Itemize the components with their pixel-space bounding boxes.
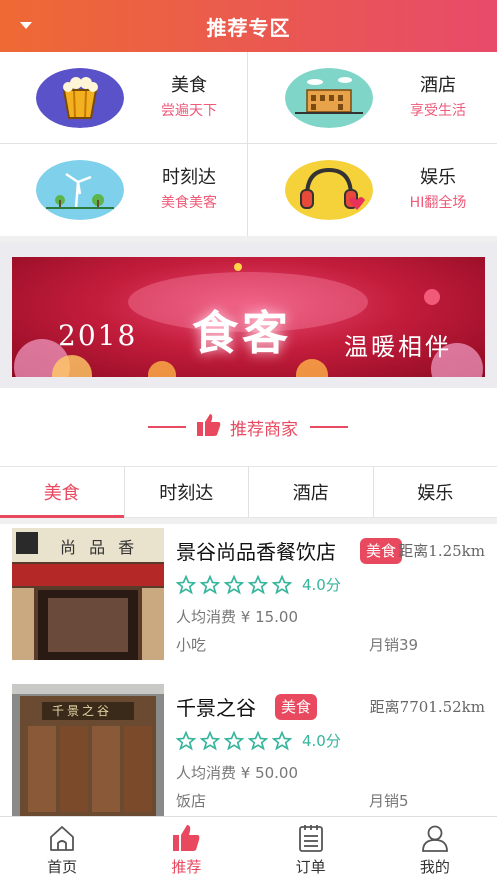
banner-year: 2018 bbox=[58, 319, 138, 352]
merchant-distance: 距离7701.52km bbox=[369, 698, 485, 716]
star-icon bbox=[224, 730, 244, 750]
average-price: 人均消费 ¥ 15.00 bbox=[176, 608, 299, 626]
banner-slogan: 温暖相伴 bbox=[344, 333, 452, 361]
tabbar-label: 推荐 bbox=[171, 858, 202, 876]
category-hotel[interactable]: 酒店 享受生活 bbox=[249, 52, 497, 144]
store-sign-text: 千景之谷 bbox=[52, 704, 113, 718]
merchant-category: 饭店 bbox=[176, 792, 207, 810]
grid-divider bbox=[247, 52, 248, 236]
star-icon bbox=[176, 574, 196, 594]
monthly-sales: 月销39 bbox=[369, 636, 419, 654]
rating-score: 4.0分 bbox=[302, 732, 341, 750]
category-label: 美食 bbox=[171, 75, 207, 96]
bottom-tab-bar: 首页 推荐 订单 我的 bbox=[0, 816, 497, 883]
rating-score: 4.0分 bbox=[302, 576, 341, 594]
rating-stars: 4.0分 bbox=[176, 730, 341, 751]
category-entertainment[interactable]: 娱乐 HI翻全场 bbox=[249, 144, 497, 236]
tab-express[interactable]: 时刻达 bbox=[125, 467, 249, 517]
category-subtitle: 享受生活 bbox=[410, 103, 466, 119]
merchant-name: 景谷尚品香餐饮店 bbox=[176, 540, 336, 564]
divider-line bbox=[148, 426, 186, 428]
tabbar-home[interactable]: 首页 bbox=[0, 817, 124, 883]
category-tabs: 美食 时刻达 酒店 娱乐 bbox=[0, 466, 497, 518]
rating-stars: 4.0分 bbox=[176, 574, 341, 595]
store-sign-text: 尚 品 香 bbox=[60, 538, 139, 557]
popcorn-icon bbox=[36, 68, 124, 128]
recommended-section-header: 推荐商家 bbox=[0, 388, 497, 466]
section-title: 推荐商家 bbox=[230, 420, 298, 440]
merchant-photo: 尚 品 香 bbox=[12, 528, 164, 660]
user-icon bbox=[421, 825, 448, 852]
page-title: 推荐专区 bbox=[206, 15, 291, 40]
category-subtitle: 美食美客 bbox=[161, 195, 217, 211]
thumbs-up-icon bbox=[173, 825, 200, 851]
star-icon bbox=[248, 574, 268, 594]
thumbs-up-icon bbox=[197, 414, 221, 436]
category-label: 时刻达 bbox=[162, 167, 216, 188]
category-label: 酒店 bbox=[420, 75, 456, 96]
top-header: 推荐专区 bbox=[0, 0, 497, 52]
star-icon bbox=[200, 574, 220, 594]
monthly-sales: 月销5 bbox=[369, 792, 409, 810]
order-list-icon bbox=[298, 825, 323, 852]
tabbar-label: 首页 bbox=[47, 858, 78, 876]
category-food[interactable]: 美食 尝遍天下 bbox=[0, 52, 248, 144]
dropdown-caret-icon[interactable] bbox=[20, 22, 32, 29]
star-icon bbox=[200, 730, 220, 750]
tab-food[interactable]: 美食 bbox=[0, 467, 125, 518]
merchant-tag: 美食 bbox=[275, 694, 318, 720]
tabbar-label: 我的 bbox=[419, 858, 450, 876]
merchant-name: 千景之谷 bbox=[176, 696, 256, 720]
divider-line bbox=[310, 426, 348, 428]
category-label: 娱乐 bbox=[420, 167, 456, 188]
merchant-tag: 美食 bbox=[360, 538, 403, 564]
home-icon bbox=[50, 826, 75, 851]
star-icon bbox=[224, 574, 244, 594]
average-price: 人均消费 ¥ 50.00 bbox=[176, 764, 299, 782]
promo-banner[interactable]: 2018 食客 温暖相伴 bbox=[12, 257, 485, 377]
category-express[interactable]: 时刻达 美食美客 bbox=[0, 144, 248, 236]
tabbar-label: 订单 bbox=[295, 858, 326, 876]
star-icon bbox=[272, 574, 292, 594]
tabbar-profile[interactable]: 我的 bbox=[373, 817, 497, 883]
tabbar-orders[interactable]: 订单 bbox=[249, 817, 373, 883]
star-icon bbox=[176, 730, 196, 750]
headphones-icon bbox=[285, 160, 373, 220]
tab-hotel[interactable]: 酒店 bbox=[249, 467, 374, 517]
grid-divider bbox=[0, 143, 497, 144]
merchant-distance: 距离1.25km bbox=[398, 542, 485, 560]
star-icon bbox=[248, 730, 268, 750]
category-subtitle: 尝遍天下 bbox=[161, 103, 217, 119]
merchant-category: 小吃 bbox=[176, 636, 207, 654]
hotel-building-icon bbox=[285, 68, 373, 128]
list-item[interactable]: 尚 品 香 景谷尚品香餐饮店 美食 距离1.25km 4.0分 人均消费 ¥ 1… bbox=[0, 524, 497, 674]
category-grid: 美食 尝遍天下 酒店 享受生活 时刻达 美食美客 娱乐 HI翻全场 bbox=[0, 52, 497, 236]
banner-headline: 食客 bbox=[192, 306, 292, 360]
windmill-icon bbox=[36, 160, 124, 220]
tab-entertainment[interactable]: 娱乐 bbox=[374, 467, 497, 517]
list-item[interactable]: 千景之谷 千景之谷 美食 距离7701.52km 4.0分 人均消费 ¥ 50.… bbox=[0, 680, 497, 816]
star-icon bbox=[272, 730, 292, 750]
category-subtitle: HI翻全场 bbox=[409, 195, 467, 211]
merchant-photo: 千景之谷 bbox=[12, 684, 164, 816]
tabbar-recommend[interactable]: 推荐 bbox=[124, 817, 248, 883]
merchant-list: 尚 品 香 景谷尚品香餐饮店 美食 距离1.25km 4.0分 人均消费 ¥ 1… bbox=[0, 524, 497, 816]
